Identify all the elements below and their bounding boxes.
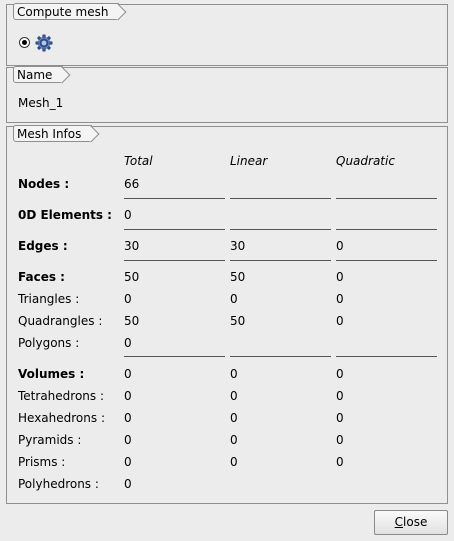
quadrangles-quadratic: 0 xyxy=(336,314,344,328)
pyramids-linear: 0 xyxy=(230,433,238,447)
edges-linear: 30 xyxy=(230,239,246,253)
mesh-infos-group: Mesh Infos Total Linear Quadratic Nodes … xyxy=(6,125,448,504)
compute-mesh-title: Compute mesh xyxy=(13,3,120,20)
header-quadratic: Quadratic xyxy=(336,154,395,168)
volumes-quadratic: 0 xyxy=(336,367,344,381)
triangles-total: 0 xyxy=(124,292,132,306)
separator xyxy=(230,229,331,230)
polyhedrons-total: 0 xyxy=(124,477,132,491)
triangles-quadratic: 0 xyxy=(336,292,344,306)
prisms-quadratic: 0 xyxy=(336,455,344,469)
faces-total: 50 xyxy=(124,270,140,284)
separator xyxy=(336,229,437,230)
pyramids-quadratic: 0 xyxy=(336,433,344,447)
volumes-linear: 0 xyxy=(230,367,238,381)
pyramids-total: 0 xyxy=(124,433,132,447)
mesh-infos-title: Mesh Infos xyxy=(13,125,93,142)
compute-mesh-group: Compute mesh xyxy=(6,3,448,66)
polygons-total: 0 xyxy=(124,336,132,350)
nodes-total: 66 xyxy=(124,177,140,191)
hexahedrons-linear: 0 xyxy=(230,411,238,425)
row-label-prisms: Prisms : xyxy=(18,455,66,469)
compute-mesh-radio[interactable] xyxy=(19,37,30,48)
separator xyxy=(230,260,331,261)
faces-linear: 50 xyxy=(230,270,246,284)
row-label-hexahedrons: Hexahedrons : xyxy=(18,411,105,425)
separator xyxy=(336,198,437,199)
separator xyxy=(336,260,437,261)
separator xyxy=(230,198,331,199)
volumes-total: 0 xyxy=(124,367,132,381)
tetrahedrons-quadratic: 0 xyxy=(336,389,344,403)
separator xyxy=(124,260,225,261)
row-label-nodes: Nodes : xyxy=(18,177,70,191)
prisms-linear: 0 xyxy=(230,455,238,469)
edges-total: 30 xyxy=(124,239,140,253)
row-label-edges: Edges : xyxy=(18,239,68,253)
name-title: Name xyxy=(13,66,64,83)
quadrangles-total: 50 xyxy=(124,314,140,328)
separator xyxy=(124,356,225,357)
mesh-name-value: Mesh_1 xyxy=(18,96,64,110)
hexahedrons-quadratic: 0 xyxy=(336,411,344,425)
row-label-polyhedrons: Polyhedrons : xyxy=(18,477,99,491)
name-group: Name Mesh_1 xyxy=(6,66,448,123)
row-label-polygons: Polygons : xyxy=(18,336,80,350)
gear-icon[interactable] xyxy=(35,34,53,52)
faces-quadratic: 0 xyxy=(336,270,344,284)
elements0d-total: 0 xyxy=(124,208,132,222)
tetrahedrons-total: 0 xyxy=(124,389,132,403)
row-label-0d-elements: 0D Elements : xyxy=(18,208,112,222)
hexahedrons-total: 0 xyxy=(124,411,132,425)
row-label-triangles: Triangles : xyxy=(18,292,80,306)
separator xyxy=(124,229,225,230)
quadrangles-linear: 50 xyxy=(230,314,246,328)
row-label-faces: Faces : xyxy=(18,270,65,284)
tetrahedrons-linear: 0 xyxy=(230,389,238,403)
header-linear: Linear xyxy=(230,154,268,168)
close-mnemonic: C xyxy=(394,515,404,529)
close-label: lose xyxy=(403,515,428,529)
row-label-pyramids: Pyramids : xyxy=(18,433,82,447)
triangles-linear: 0 xyxy=(230,292,238,306)
mesh-info-dialog: Compute mesh Name Mesh_1 Mesh Infos Tota… xyxy=(0,0,454,541)
prisms-total: 0 xyxy=(124,455,132,469)
header-total: Total xyxy=(124,154,153,168)
row-label-tetrahedrons: Tetrahedrons : xyxy=(18,389,104,403)
separator xyxy=(124,198,225,199)
separator xyxy=(336,356,437,357)
row-label-volumes: Volumes : xyxy=(18,367,85,381)
separator xyxy=(230,356,331,357)
edges-quadratic: 0 xyxy=(336,239,344,253)
row-label-quadrangles: Quadrangles : xyxy=(18,314,103,328)
close-button[interactable]: Close xyxy=(374,510,448,535)
